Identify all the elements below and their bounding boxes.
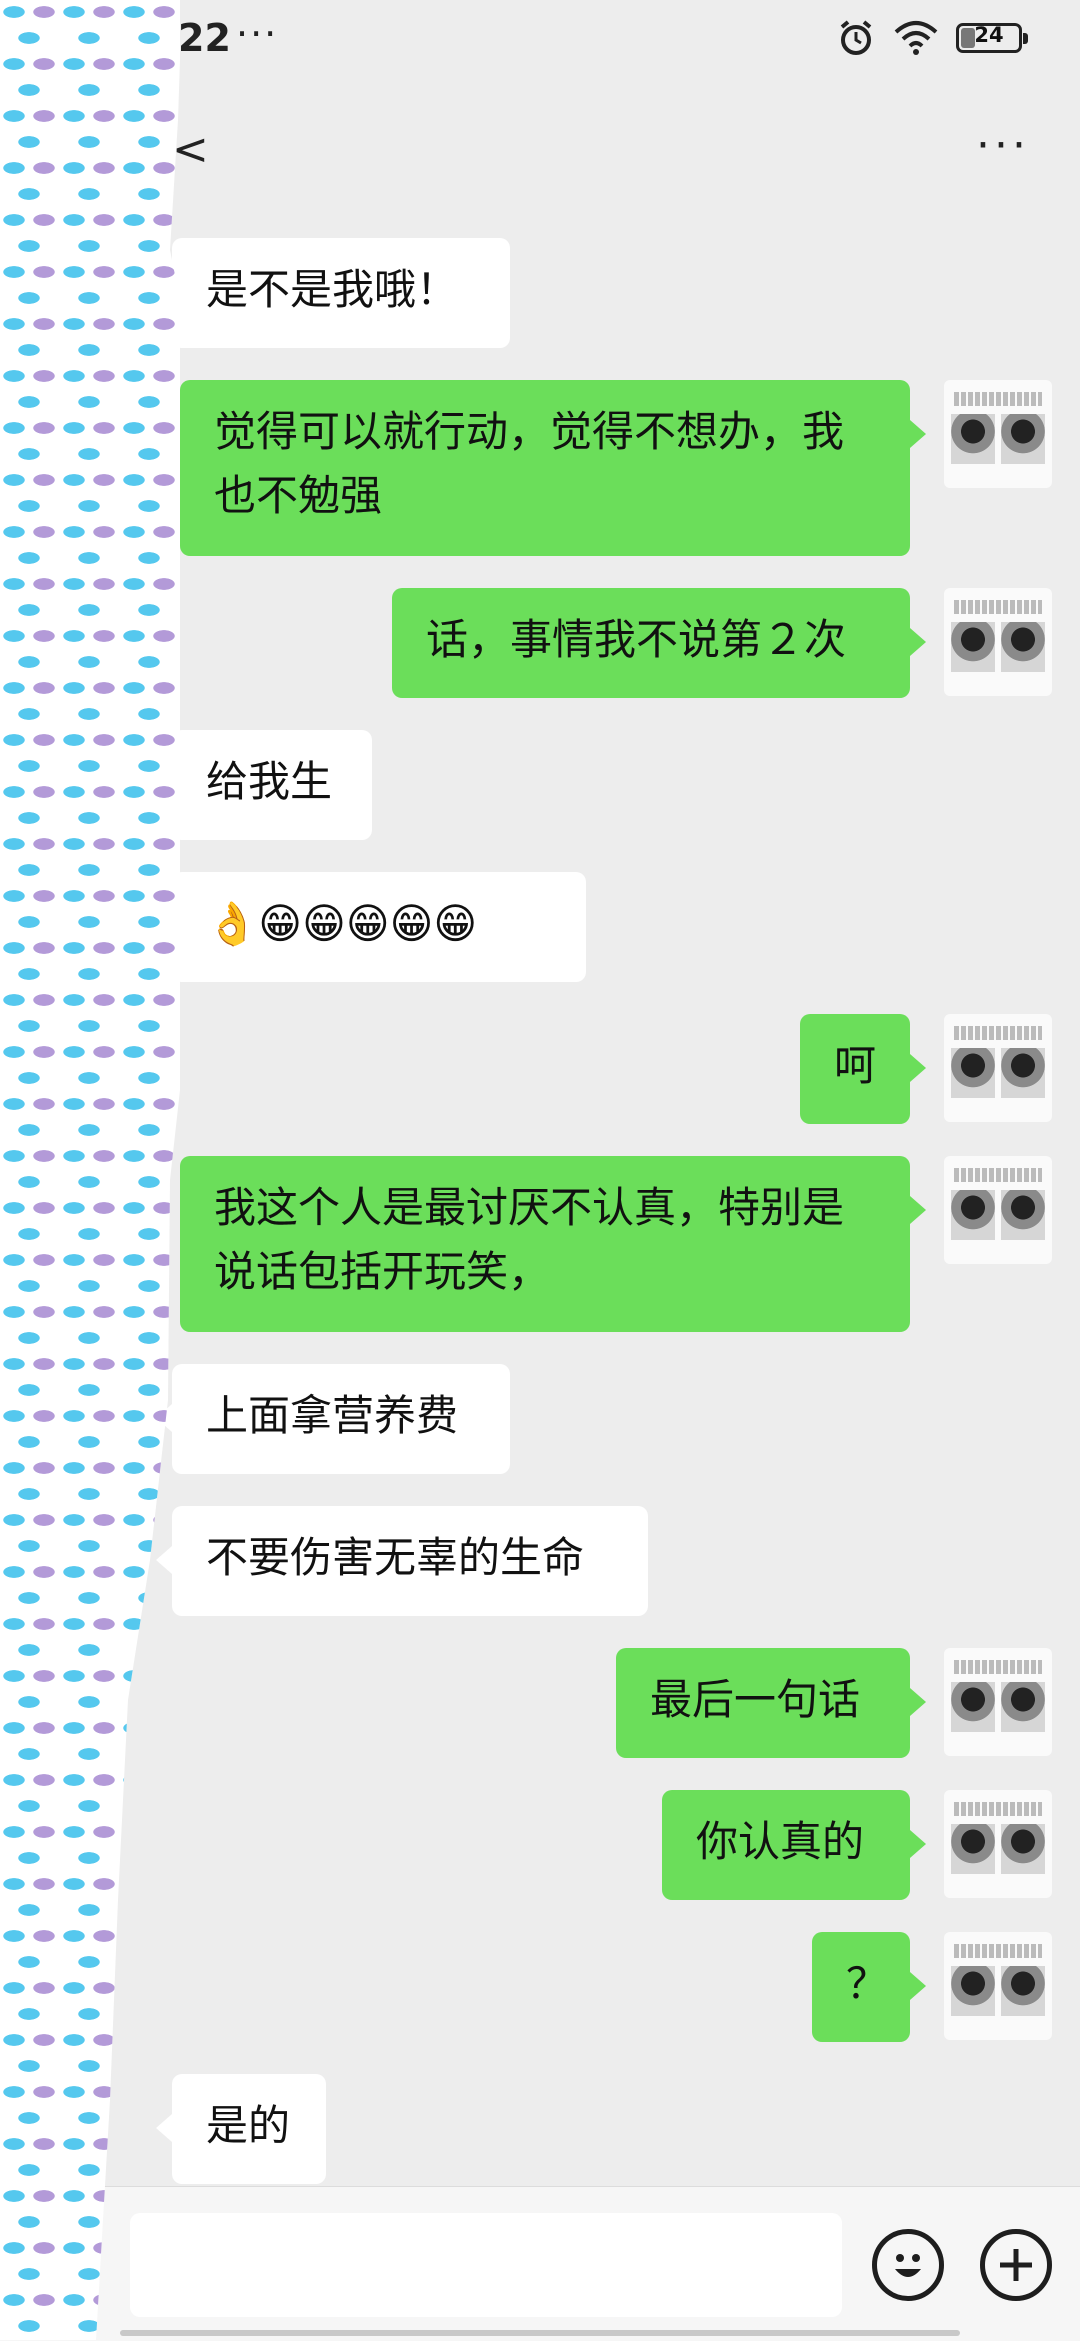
- message-text: 上面拿营养费: [206, 1391, 459, 1440]
- message-text: 👌😁😁😁😁😁: [206, 899, 478, 948]
- plus-icon-glyph: [1000, 2249, 1032, 2281]
- plus-icon[interactable]: [980, 2229, 1052, 2301]
- avatar[interactable]: [944, 1790, 1052, 1898]
- status-time: 22: [178, 16, 231, 60]
- smile-icon-glyph: [895, 2254, 921, 2277]
- message-incoming[interactable]: 是的: [156, 2074, 326, 2184]
- message-incoming[interactable]: 👌😁😁😁😁😁: [156, 872, 586, 982]
- message-outgoing[interactable]: 话，事情我不说第２次: [392, 588, 926, 698]
- message-text: 我这个人是最讨厌不认真，特别是说话包括开玩笑，: [214, 1183, 845, 1296]
- message-text: 是不是我哦！: [206, 265, 459, 314]
- message-outgoing[interactable]: 觉得可以就行动，觉得不想办，我也不勉强: [180, 380, 926, 556]
- avatar[interactable]: [944, 380, 1052, 488]
- status-notification-dots: ···: [236, 12, 279, 56]
- message-outgoing[interactable]: 最后一句话: [616, 1648, 926, 1758]
- avatar[interactable]: [944, 1014, 1052, 1122]
- message-text: 不要伤害无辜的生命: [206, 1533, 585, 1582]
- message-outgoing[interactable]: 呵: [800, 1014, 926, 1124]
- message-incoming[interactable]: 给我生: [156, 730, 372, 840]
- message-incoming[interactable]: 是不是我哦！: [156, 238, 510, 348]
- status-icons: 24: [836, 18, 1028, 58]
- message-text: 话，事情我不说第２次: [426, 615, 847, 664]
- message-text: 是的: [206, 2101, 291, 2150]
- avatar[interactable]: [944, 588, 1052, 696]
- avatar[interactable]: [944, 1156, 1052, 1264]
- message-text: 觉得可以就行动，觉得不想办，我也不勉强: [214, 407, 845, 520]
- avatar[interactable]: [944, 1932, 1052, 2040]
- battery-level: 24: [974, 23, 1004, 47]
- message-incoming[interactable]: 不要伤害无辜的生命: [156, 1506, 648, 1616]
- avatar[interactable]: [944, 1648, 1052, 1756]
- message-text: 给我生: [206, 757, 333, 806]
- battery-icon: 24: [956, 23, 1028, 53]
- message-text: ？: [846, 1959, 889, 2008]
- input-bar: [0, 2186, 1080, 2341]
- alarm-icon: [840, 20, 872, 55]
- more-options-button[interactable]: ···: [976, 120, 1030, 171]
- message-incoming[interactable]: 上面拿营养费: [156, 1364, 510, 1474]
- message-input[interactable]: [130, 2213, 842, 2317]
- message-outgoing[interactable]: 你认真的: [662, 1790, 926, 1900]
- smile-icon[interactable]: [872, 2229, 944, 2301]
- message-outgoing[interactable]: 我这个人是最讨厌不认真，特别是说话包括开玩笑，: [180, 1156, 926, 1332]
- message-outgoing[interactable]: ？: [812, 1932, 926, 2042]
- message-text: 你认真的: [696, 1817, 865, 1866]
- message-text: 呵: [834, 1041, 877, 1090]
- back-icon[interactable]: <: [172, 124, 209, 175]
- wifi-icon: [894, 21, 938, 55]
- navigation-indicator: [120, 2330, 960, 2336]
- message-text: 最后一句话: [650, 1675, 861, 1724]
